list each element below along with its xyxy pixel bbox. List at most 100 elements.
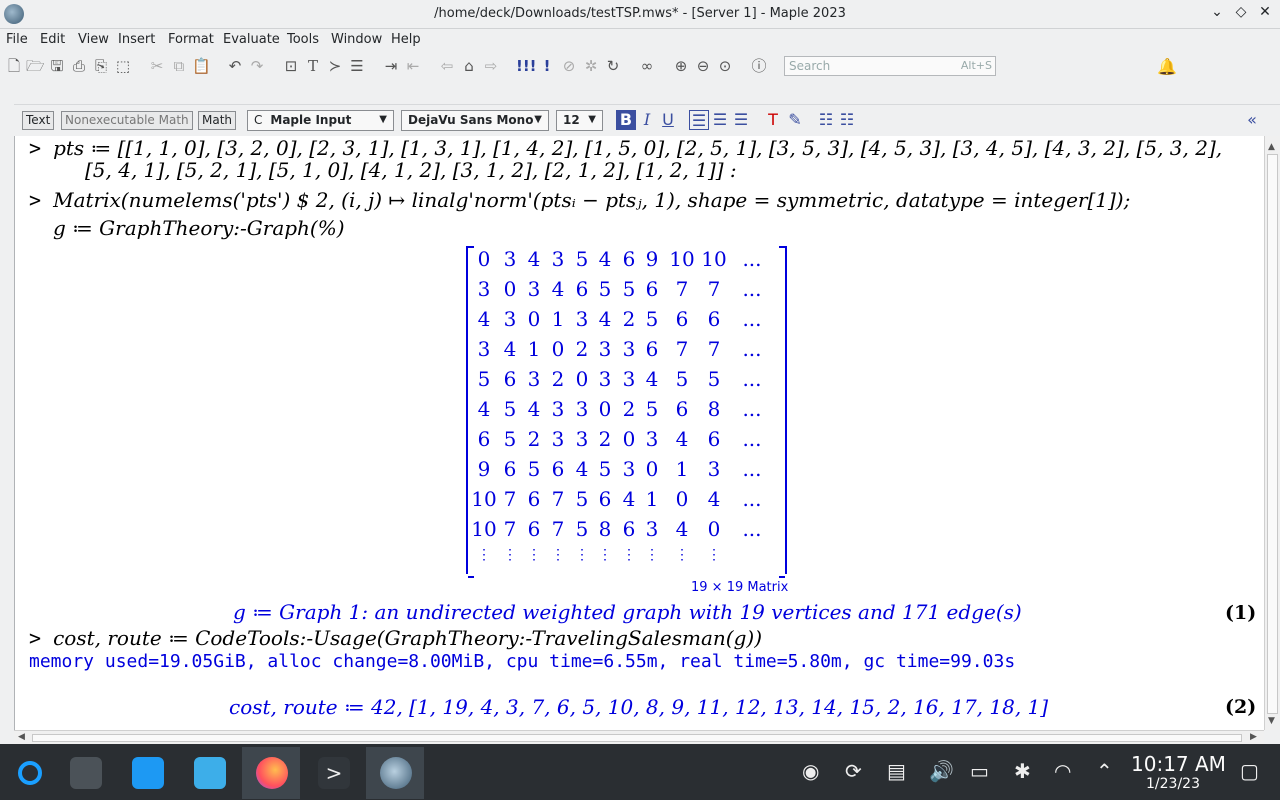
align-right-icon[interactable]: ☰: [731, 110, 751, 130]
search-input[interactable]: Search Alt+S: [784, 56, 996, 76]
graph-input-line[interactable]: g ≔ GraphTheory:-Graph(%): [53, 216, 345, 240]
new-document-icon[interactable]: 🗋: [5, 57, 23, 75]
palette-gutter[interactable]: [0, 104, 14, 744]
show-desktop-icon[interactable]: ▢: [1240, 759, 1259, 783]
cut-icon[interactable]: ✂: [148, 57, 166, 75]
clock-time[interactable]: 10:17 AM: [1131, 752, 1226, 776]
menu-evaluate[interactable]: Evaluate: [223, 32, 280, 47]
clock-date[interactable]: 1/23/23: [1146, 776, 1200, 792]
zoom-reset-icon[interactable]: ⊙: [716, 57, 734, 75]
volume-tray-icon[interactable]: 🔊: [929, 759, 954, 783]
insert-prompt-icon[interactable]: ≻: [326, 57, 344, 75]
task-discover[interactable]: [118, 747, 176, 799]
wifi-tray-icon[interactable]: ◠: [1054, 759, 1071, 783]
numbered-list-icon[interactable]: ☷: [837, 110, 857, 130]
text-mode-button[interactable]: Text: [22, 111, 55, 130]
bullet-list-icon[interactable]: ☷: [816, 110, 836, 130]
pts-input-line1[interactable]: > pts ≔ [[1, 1, 0], [3, 2, 0], [2, 3, 1]…: [29, 136, 1222, 160]
scroll-down-icon[interactable]: ▼: [1268, 716, 1275, 726]
scroll-up-icon[interactable]: ▲: [1268, 142, 1275, 152]
back-icon[interactable]: ⇦: [438, 57, 456, 75]
align-center-icon[interactable]: ☰: [710, 110, 730, 130]
paste-icon[interactable]: 📋: [192, 57, 211, 75]
undo-icon[interactable]: ↶: [226, 57, 244, 75]
execute-selection-icon[interactable]: !: [538, 57, 556, 75]
home-icon[interactable]: ⌂: [460, 57, 478, 75]
notification-bell-icon[interactable]: 🔔: [1157, 57, 1177, 76]
math-mode-button[interactable]: Math: [198, 111, 237, 130]
stop-icon[interactable]: ⊘: [560, 57, 578, 75]
tsp-input-line[interactable]: > cost, route ≔ CodeTools:-Usage(GraphTh…: [29, 626, 762, 650]
debug-icon[interactable]: ✲: [582, 57, 600, 75]
restart-icon[interactable]: ↻: [604, 57, 622, 75]
execute-worksheet-icon[interactable]: !!!: [516, 57, 537, 75]
matrix-ellipsis: ⋮: [707, 547, 721, 563]
style-select[interactable]: C Maple Input ▼: [247, 110, 394, 131]
collapse-palette-icon[interactable]: «: [1242, 110, 1262, 130]
zoom-in-icon[interactable]: ⊕: [672, 57, 690, 75]
print-preview-icon[interactable]: ⎘: [92, 57, 110, 75]
save-icon[interactable]: 🖫: [48, 57, 66, 75]
steam-tray-icon[interactable]: ◉: [802, 759, 819, 783]
link-icon[interactable]: ∞: [638, 57, 656, 75]
forward-icon[interactable]: ⇨: [482, 57, 500, 75]
italic-icon[interactable]: I: [637, 110, 657, 130]
task-system-settings[interactable]: [56, 747, 114, 799]
vertical-scrollbar[interactable]: ▲ ▼: [1264, 136, 1280, 730]
menu-help[interactable]: Help: [391, 32, 421, 47]
menu-edit[interactable]: Edit: [40, 32, 65, 47]
bold-icon[interactable]: B: [616, 110, 636, 130]
insert-paragraph-icon[interactable]: ☰: [348, 57, 366, 75]
equation-label-2[interactable]: (2): [1225, 696, 1256, 718]
print-icon[interactable]: ⎙: [70, 57, 88, 75]
horizontal-scroll-thumb[interactable]: [32, 734, 1242, 742]
menu-view[interactable]: View: [78, 32, 109, 47]
matrix-cell: ...: [742, 277, 762, 301]
redo-icon[interactable]: ↷: [248, 57, 266, 75]
menu-format[interactable]: Format: [168, 32, 214, 47]
menu-tools[interactable]: Tools: [287, 32, 319, 47]
matrix-cell: 6: [707, 307, 721, 331]
open-folder-icon[interactable]: 🗁: [26, 57, 45, 75]
highlight-icon[interactable]: ✎: [785, 110, 805, 130]
close-icon[interactable]: ✕: [1255, 4, 1275, 20]
page-setup-icon[interactable]: ⬚: [114, 57, 132, 75]
copy-icon[interactable]: ⧉: [170, 57, 188, 75]
show-hidden-icons-icon[interactable]: ⌃: [1096, 759, 1113, 783]
maximize-icon[interactable]: ◇: [1231, 4, 1251, 20]
align-left-icon[interactable]: ☰: [689, 110, 709, 130]
task-maple[interactable]: [366, 747, 424, 799]
equation-label-1[interactable]: (1): [1225, 602, 1256, 624]
task-file-manager[interactable]: [180, 747, 238, 799]
font-select[interactable]: DejaVu Sans Mono ▼: [401, 110, 549, 131]
style-dropdown-icon: ▼: [379, 114, 387, 125]
outdent-icon[interactable]: ⇤: [404, 57, 422, 75]
clipboard-tray-icon[interactable]: ▤: [887, 759, 906, 783]
vertical-scroll-thumb[interactable]: [1267, 154, 1278, 714]
horizontal-scrollbar[interactable]: ◀ ▶: [14, 730, 1264, 744]
app-launcher[interactable]: [0, 747, 58, 799]
minimize-icon[interactable]: ⌄: [1207, 4, 1227, 20]
insert-text-icon[interactable]: T: [304, 57, 322, 75]
indent-icon[interactable]: ⇥: [382, 57, 400, 75]
task-firefox[interactable]: [242, 747, 300, 799]
menu-file[interactable]: File: [6, 32, 28, 47]
text-color-icon[interactable]: T: [763, 110, 783, 130]
task-konsole[interactable]: >: [304, 747, 362, 799]
matrix-input-line[interactable]: > Matrix(numelems('pts') $ 2, (i, j) ↦ l…: [29, 188, 1130, 212]
nonexecutable-math-button[interactable]: Nonexecutable Math: [61, 111, 193, 130]
pts-input-line2[interactable]: [5, 4, 1], [5, 2, 1], [5, 1, 0], [4, 1, …: [85, 158, 737, 182]
menu-window[interactable]: Window: [331, 32, 382, 47]
battery-tray-icon[interactable]: ▭: [970, 759, 989, 783]
scroll-left-icon[interactable]: ◀: [18, 732, 25, 742]
size-select[interactable]: 12 ▼: [556, 110, 603, 131]
zoom-out-icon[interactable]: ⊖: [694, 57, 712, 75]
taskbar: > ◉ ⟳ ▤ 🔊 ▭ ✱ ◠ ⌃ ▢: [0, 744, 1280, 800]
menu-insert[interactable]: Insert: [118, 32, 155, 47]
bluetooth-tray-icon[interactable]: ✱: [1014, 759, 1031, 783]
insert-math-icon[interactable]: ⊡: [282, 57, 300, 75]
scroll-right-icon[interactable]: ▶: [1250, 732, 1257, 742]
update-tray-icon[interactable]: ⟳: [845, 759, 862, 783]
underline-icon[interactable]: U: [658, 110, 678, 130]
help-icon[interactable]: ⓘ: [750, 57, 768, 75]
